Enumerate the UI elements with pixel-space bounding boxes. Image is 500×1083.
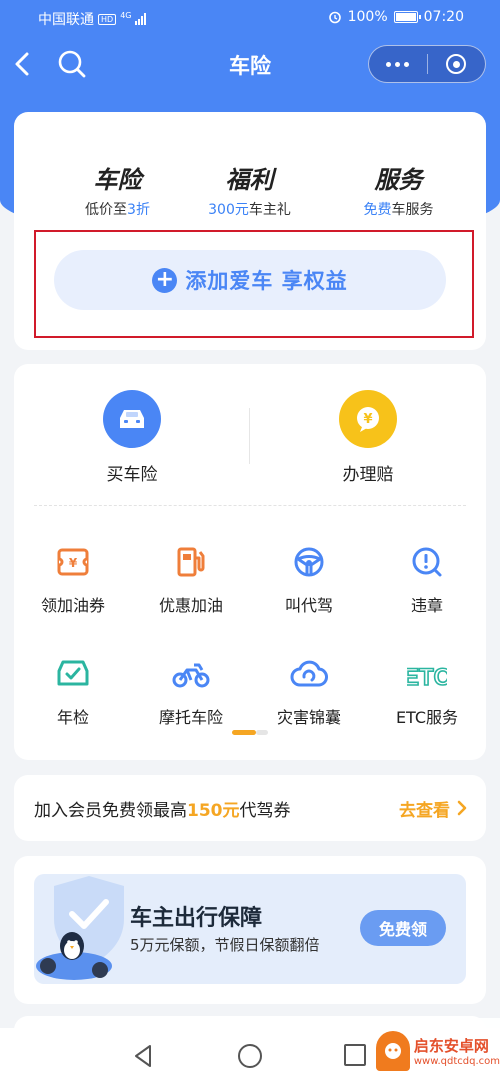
signal-icon <box>135 13 147 25</box>
violation-search-icon <box>407 542 447 582</box>
search-button[interactable] <box>56 48 88 80</box>
add-car-button[interactable]: + 添加爱车 享权益 <box>54 250 446 310</box>
close-mini-program-button[interactable] <box>428 46 486 82</box>
services-card: 买车险 ¥ 办理赔 ¥ 领加油券 优惠加油 叫代驾 违章 年检 摩托车险 灾害锦… <box>14 364 486 760</box>
promo-text: 加入会员免费领最高150元代驾券 <box>34 800 291 821</box>
cloud-swirl-icon <box>289 654 329 694</box>
etc-service-item[interactable]: ETC ETC服务 <box>368 654 486 728</box>
travel-protection-card: 车主出行保障 5万元保额，节假日保额翻倍 免费领 <box>14 856 486 1004</box>
add-car-label: 添加爱车 享权益 <box>185 269 348 293</box>
mini-program-capsule <box>368 45 486 83</box>
page-indicator-inactive <box>256 730 268 735</box>
car-icon <box>103 390 161 448</box>
benefits-card: 车险 低价至3折 福利 300元车主礼 服务 免费车服务 + 添加爱车 享权益 <box>14 112 486 350</box>
claim-item[interactable]: ¥ 办理赔 <box>250 390 486 485</box>
dashed-divider <box>34 505 466 506</box>
buy-insurance-item[interactable]: 买车险 <box>14 390 250 485</box>
banner-title: 车主出行保障 <box>130 906 263 931</box>
annual-inspection-item[interactable]: 年检 <box>14 654 132 728</box>
watermark-text: 启东安卓网 www.qdtcdq.com <box>414 1035 500 1067</box>
violation-item[interactable]: 违章 <box>368 542 486 616</box>
back-button[interactable] <box>8 48 40 80</box>
service-label: 摩托车险 <box>158 708 223 727</box>
watermark: 启东安卓网 www.qdtcdq.com <box>372 1018 500 1083</box>
motorcycle-insurance-item[interactable]: 摩托车险 <box>132 654 250 728</box>
claim-free-button[interactable]: 免费领 <box>360 910 446 946</box>
page-indicator-active <box>232 730 256 735</box>
home-circle-icon[interactable] <box>238 1044 262 1068</box>
clock: 07:20 <box>423 9 464 25</box>
page-indicator <box>232 730 268 735</box>
alarm-icon <box>328 11 341 24</box>
network-type: 4G <box>120 10 132 20</box>
view-link-label: 去查看 <box>399 800 450 821</box>
feature-welfare[interactable]: 福利 300元车主礼 <box>171 160 328 219</box>
svg-text:¥: ¥ <box>69 556 78 570</box>
triangle-back-icon[interactable] <box>130 1042 158 1070</box>
feature-title: 服务 <box>374 166 423 194</box>
service-label: 优惠加油 <box>158 596 223 615</box>
service-label: 领加油券 <box>40 596 105 615</box>
discount-fuel-item[interactable]: 优惠加油 <box>132 542 250 616</box>
banner-subtitle: 5万元保额，节假日保额翻倍 <box>130 936 320 954</box>
target-close-icon <box>446 54 467 74</box>
feature-service[interactable]: 服务 免费车服务 <box>320 160 477 219</box>
steering-wheel-icon <box>289 542 329 582</box>
carrier-name: 中国联通 <box>38 12 94 28</box>
service-label: 办理赔 <box>342 465 394 485</box>
battery-icon <box>393 11 421 23</box>
more-dots-icon <box>386 61 410 67</box>
car-check-icon <box>53 654 93 694</box>
svg-text:¥: ¥ <box>363 412 372 427</box>
hd-badge: HD <box>98 13 117 25</box>
chevron-left-icon <box>15 52 29 76</box>
disaster-tips-item[interactable]: 灾害锦囊 <box>250 654 368 728</box>
watermark-logo-icon <box>376 1030 410 1071</box>
recent-apps-icon[interactable] <box>344 1044 366 1066</box>
svg-text:ETC: ETC <box>407 664 447 691</box>
gas-pump-icon <box>171 542 211 582</box>
feature-title: 福利 <box>225 166 274 194</box>
service-label: 灾害锦囊 <box>276 708 341 727</box>
battery-percent: 100% <box>347 9 388 25</box>
watermark-url: www.qdtcdq.com <box>413 1055 500 1067</box>
designated-driver-item[interactable]: 叫代驾 <box>250 542 368 616</box>
fuel-coupon-item[interactable]: ¥ 领加油券 <box>14 542 132 616</box>
chevron-right-icon <box>457 800 467 816</box>
plus-circle-icon: + <box>152 267 178 293</box>
travel-protection-banner[interactable]: 车主出行保障 5万元保额，节假日保额翻倍 免费领 <box>34 874 466 984</box>
penguin-shield-illustration <box>36 876 124 980</box>
member-promo-card[interactable]: 加入会员免费领最高150元代驾券 去查看 <box>14 775 486 841</box>
feature-subtitle: 300元车主礼 <box>208 202 291 218</box>
service-label: 违章 <box>410 596 443 615</box>
feature-subtitle: 免费车服务 <box>363 202 434 218</box>
watermark-name: 启东安卓网 <box>413 1036 489 1055</box>
yuan-chat-icon: ¥ <box>339 390 397 448</box>
fuel-coupon-icon: ¥ <box>53 542 93 582</box>
service-label: 叫代驾 <box>284 596 333 615</box>
service-label: 买车险 <box>106 465 158 485</box>
service-label: 年检 <box>56 708 89 727</box>
motorcycle-icon <box>171 654 211 694</box>
status-bar: 中国联通 HD 4G 100% 07:20 <box>0 0 500 34</box>
service-label: ETC服务 <box>395 708 459 727</box>
top-navbar: 车险 <box>0 38 500 90</box>
view-link[interactable]: 去查看 <box>399 796 468 821</box>
search-icon <box>58 50 86 78</box>
etc-icon: ETC <box>407 654 447 694</box>
more-button[interactable] <box>369 46 427 82</box>
